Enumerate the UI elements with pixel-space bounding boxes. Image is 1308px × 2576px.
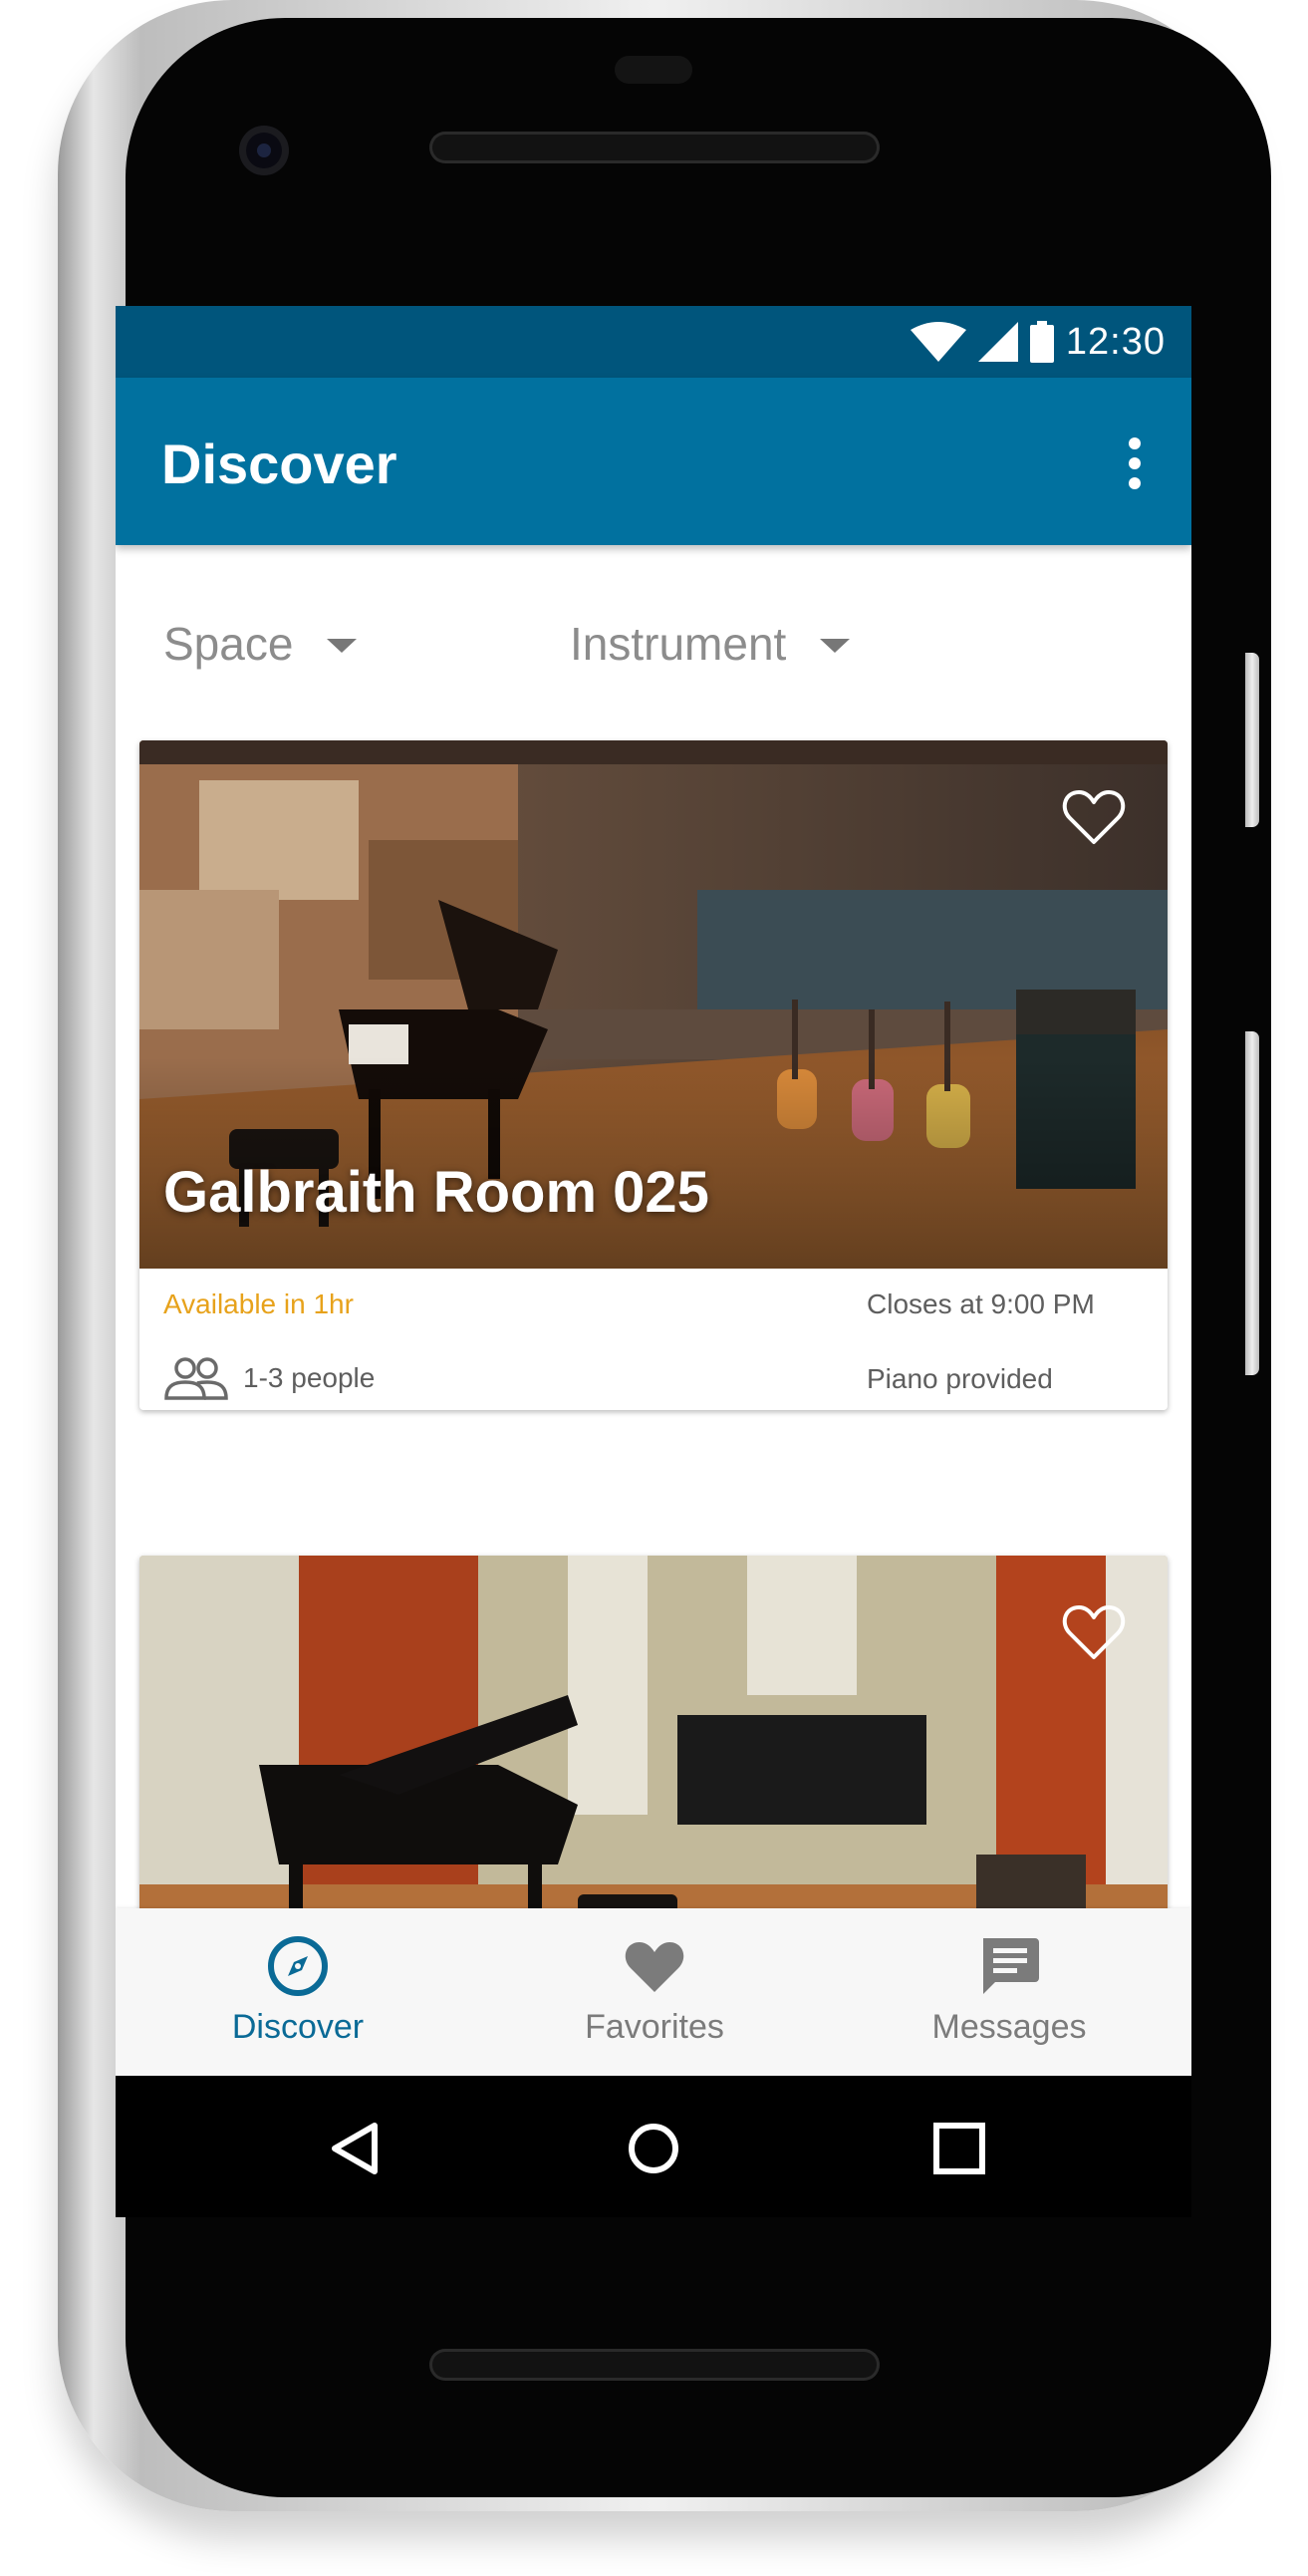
capacity-row: 1-3 people [163, 1356, 375, 1400]
bottom-speaker-grille [429, 2349, 880, 2381]
nav-favorites-label: Favorites [585, 2008, 724, 2046]
cell-signal-icon [977, 322, 1018, 362]
instrument-filter-dropdown[interactable]: Instrument [570, 617, 851, 671]
battery-icon [1029, 321, 1054, 363]
app-bar: Discover [116, 378, 1191, 545]
nav-discover-label: Discover [231, 2008, 365, 2046]
nav-favorites[interactable]: Favorites [525, 1934, 784, 2047]
power-button [1245, 653, 1259, 827]
amenity-text: Piano provided [867, 1363, 1053, 1394]
recents-icon[interactable] [930, 2120, 988, 2177]
status-time: 12:30 [1065, 320, 1166, 363]
compass-icon [268, 1936, 328, 1996]
instrument-filter-label: Instrument [570, 618, 787, 670]
top-speaker-grille [429, 132, 880, 163]
dropdown-arrow-icon [820, 639, 851, 653]
space-filter-dropdown[interactable]: Space [163, 617, 358, 671]
availability-status: Available in 1hr [163, 1288, 354, 1319]
listing-title: Galbraith Room 025 [163, 1160, 709, 1225]
wifi-icon [910, 322, 966, 362]
nav-messages[interactable]: Messages [880, 1934, 1139, 2047]
home-icon[interactable] [625, 2120, 682, 2177]
screen: 12:30 Discover Space Instrument Galbrait… [116, 306, 1191, 2217]
heart-icon [625, 1942, 684, 1992]
front-camera-icon [239, 126, 289, 175]
more-vert-icon[interactable] [1120, 435, 1150, 491]
volume-button [1245, 1031, 1259, 1375]
listing-card[interactable]: Galbraith Room 025 Available in 1hr Clos… [139, 740, 1168, 1410]
nav-discover[interactable]: Discover [168, 1934, 427, 2047]
message-icon [983, 1938, 1039, 1994]
favorite-heart-icon[interactable] [1062, 1603, 1126, 1661]
space-filter-label: Space [163, 618, 294, 670]
favorite-heart-icon[interactable] [1062, 788, 1126, 846]
back-icon[interactable] [327, 2120, 385, 2177]
nav-messages-label: Messages [931, 2008, 1087, 2046]
proximity-sensor [615, 56, 692, 84]
bottom-navigation: Discover Favorites Messages [116, 1908, 1191, 2076]
status-bar: 12:30 [116, 306, 1191, 378]
dropdown-arrow-icon [327, 639, 358, 653]
closing-time: Closes at 9:00 PM [867, 1288, 1095, 1319]
people-icon [164, 1357, 228, 1400]
capacity-text: 1-3 people [243, 1362, 376, 1393]
filter-bar: Space Instrument [116, 545, 1191, 720]
system-navigation-bar [116, 2076, 1191, 2217]
page-title: Discover [161, 432, 397, 495]
